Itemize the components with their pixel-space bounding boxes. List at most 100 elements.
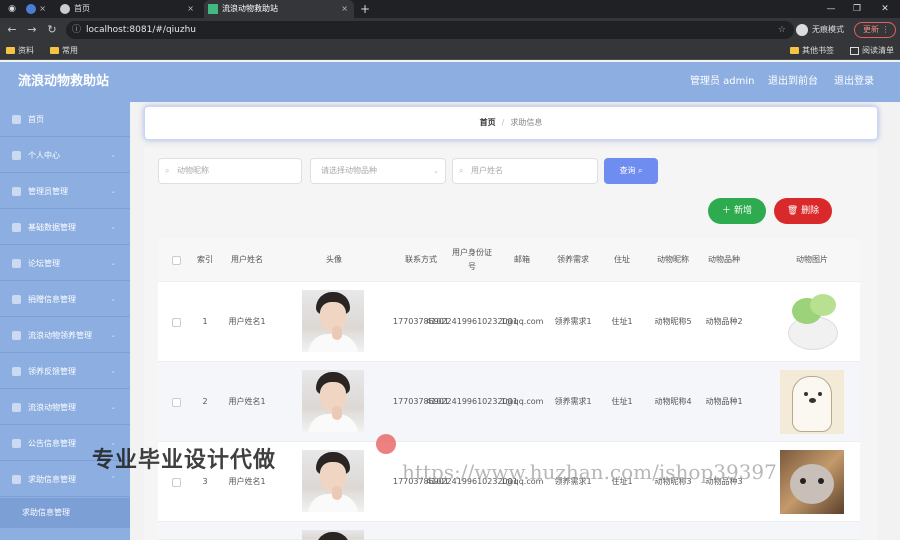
table-row[interactable]: 2 用户姓名1 17703786901 410224199610232001 1… — [158, 362, 860, 442]
cell-email: 1@qq.com — [500, 397, 544, 406]
forward-icon[interactable]: → — [24, 22, 40, 38]
site-info-icon[interactable]: ⓘ — [72, 21, 81, 39]
breadcrumb-separator: / — [501, 118, 505, 127]
col-demand[interactable]: 领养需求 — [550, 238, 596, 282]
cell-address: 住址1 — [611, 317, 633, 326]
adopt-icon — [12, 331, 21, 340]
cell-demand: 领养需求1 — [554, 397, 592, 406]
sidebar-item-basic-data[interactable]: 基础数据管理 ⌄ — [0, 210, 130, 245]
home-icon — [12, 115, 21, 124]
col-idcard[interactable]: 用户身份证号 — [450, 238, 494, 282]
bookmark-folder[interactable]: 资料 — [6, 42, 34, 60]
cell-address: 住址1 — [611, 397, 633, 406]
query-button[interactable]: 查询 ⌕ — [604, 158, 658, 184]
chevron-down-icon: ⌄ — [433, 167, 439, 175]
help-icon — [12, 475, 21, 484]
chevron-down-icon: ⌄ — [110, 259, 116, 267]
col-address[interactable]: 住址 — [598, 238, 646, 282]
back-to-front-link[interactable]: 退出到前台 — [768, 62, 818, 102]
sidebar-item-home[interactable]: 首页 — [0, 102, 130, 137]
url-text: localhost:8081/#/qiuzhu — [86, 25, 196, 35]
search-icon: ⌕ — [165, 166, 170, 175]
browser-tab-home[interactable]: 首页 × — [56, 0, 200, 18]
cell-nickname: 动物昵称5 — [654, 317, 692, 326]
cat-photo-image — [780, 450, 844, 514]
back-icon[interactable]: ← — [4, 22, 20, 38]
username-search-input[interactable]: ⌕ 用户姓名 — [452, 158, 598, 184]
sidebar-item-profile[interactable]: 个人中心 ⌄ — [0, 138, 130, 173]
cell-idcard: 410224199610232001 — [426, 397, 518, 406]
nickname-search-input[interactable]: ⌕ 动物昵称 — [158, 158, 302, 184]
close-icon[interactable]: × — [341, 0, 348, 18]
row-checkbox[interactable] — [166, 362, 186, 442]
browser-tab-1[interactable]: × — [22, 0, 52, 18]
add-button[interactable]: ＋ 新增 — [708, 198, 766, 224]
update-button[interactable]: 更新 ⋮ — [854, 22, 896, 38]
incognito-indicator[interactable]: 无痕模式 — [796, 22, 844, 38]
browser-tab-active[interactable]: 流浪动物救助站 × — [204, 0, 354, 18]
new-tab-icon[interactable]: + — [360, 0, 370, 18]
sidebar-subitem-help-manage[interactable]: 求助信息管理 — [0, 498, 130, 528]
other-bookmarks[interactable]: 其他书签 — [790, 42, 834, 60]
cell-email: 1@qq.com — [500, 317, 544, 326]
incognito-icon — [796, 24, 808, 36]
avatar — [302, 290, 364, 352]
avatar — [302, 530, 364, 540]
delete-button[interactable]: 🗑 删除 — [774, 198, 832, 224]
col-breed[interactable]: 动物品种 — [700, 238, 748, 282]
reload-icon[interactable]: ↻ — [44, 22, 60, 38]
tab-label: 首页 — [74, 4, 90, 13]
cartoon-bear-image — [780, 370, 844, 434]
sidebar-item-forum[interactable]: 论坛管理 ⌄ — [0, 246, 130, 281]
data-icon — [12, 223, 21, 232]
bookmark-star-icon[interactable]: ☆ — [778, 21, 786, 39]
chevron-down-icon: ⌄ — [110, 151, 116, 159]
globe-icon — [60, 4, 70, 14]
select-all-checkbox[interactable] — [166, 238, 186, 282]
col-avatar: 头像 — [326, 255, 342, 264]
window-close-icon[interactable]: ✕ — [872, 0, 898, 18]
sidebar-item-donation[interactable]: 捐赠信息管理 ⌄ — [0, 282, 130, 317]
browser-address-bar: ← → ↻ ⓘ localhost:8081/#/qiuzhu ☆ 无痕模式 更… — [0, 18, 900, 42]
breadcrumb-home[interactable]: 首页 — [480, 118, 496, 127]
search-icon: ⌕ — [459, 166, 464, 175]
bookmark-folder[interactable]: 常用 — [50, 42, 78, 60]
chevron-down-icon: ⌄ — [110, 295, 116, 303]
close-icon[interactable]: × — [187, 0, 194, 18]
cell-idcard: 410224199610232001 — [426, 317, 518, 326]
cell-index: 2 — [202, 397, 208, 406]
sidebar: 首页 个人中心 ⌄ 管理员管理 ⌄ 基础数据管理 ⌄ 论坛管理 ⌄ 捐赠信息管理 ⌄ 流浪… — [0, 102, 130, 540]
cursor-highlight — [376, 434, 396, 454]
close-icon[interactable]: × — [39, 0, 46, 18]
admin-label: 管理员 admin — [690, 76, 755, 87]
search-icon: ⌕ — [638, 166, 643, 175]
sidebar-item-animals[interactable]: 流浪动物管理 ⌄ — [0, 390, 130, 425]
col-nickname[interactable]: 动物昵称 — [648, 238, 698, 282]
trash-icon: 🗑 — [786, 206, 799, 216]
col-email[interactable]: 邮箱 — [498, 238, 546, 282]
breed-select[interactable]: 请选择动物品种 ⌄ — [310, 158, 446, 184]
col-phone[interactable]: 联系方式 — [394, 238, 448, 282]
cell-username: 用户姓名1 — [228, 397, 266, 406]
sidebar-item-admin[interactable]: 管理员管理 ⌄ — [0, 174, 130, 209]
browser-menu-icon[interactable]: ◉ — [6, 3, 18, 15]
col-index[interactable]: 索引 — [188, 238, 222, 282]
col-username[interactable]: 用户姓名 — [224, 238, 270, 282]
url-field[interactable]: ⓘ localhost:8081/#/qiuzhu ☆ — [66, 21, 794, 39]
breadcrumb-current: 求助信息 — [510, 118, 543, 127]
table-row[interactable] — [158, 522, 860, 540]
sidebar-item-feedback[interactable]: 领养反馈管理 ⌄ — [0, 354, 130, 389]
cell-index: 1 — [202, 317, 208, 326]
table-header: 索引 用户姓名 头像 联系方式 用户身份证号 邮箱 领养需求 住址 动物昵称 动… — [158, 238, 860, 282]
user-icon — [12, 151, 21, 160]
minimize-icon[interactable]: — — [818, 0, 844, 18]
row-checkbox[interactable] — [166, 282, 186, 362]
chevron-down-icon: ⌄ — [110, 367, 116, 375]
restore-icon[interactable]: ❐ — [844, 0, 870, 18]
reading-list[interactable]: 阅读清单 — [850, 42, 894, 60]
table-row[interactable]: 1 用户姓名1 17703786901 410224199610232001 1… — [158, 282, 860, 362]
sidebar-item-adoption[interactable]: 流浪动物领养管理 ⌄ — [0, 318, 130, 353]
app-title: 流浪动物救助站 — [18, 74, 110, 89]
help-info-table: 索引 用户姓名 头像 联系方式 用户身份证号 邮箱 领养需求 住址 动物昵称 动… — [158, 238, 860, 540]
logout-link[interactable]: 退出登录 — [834, 62, 874, 102]
